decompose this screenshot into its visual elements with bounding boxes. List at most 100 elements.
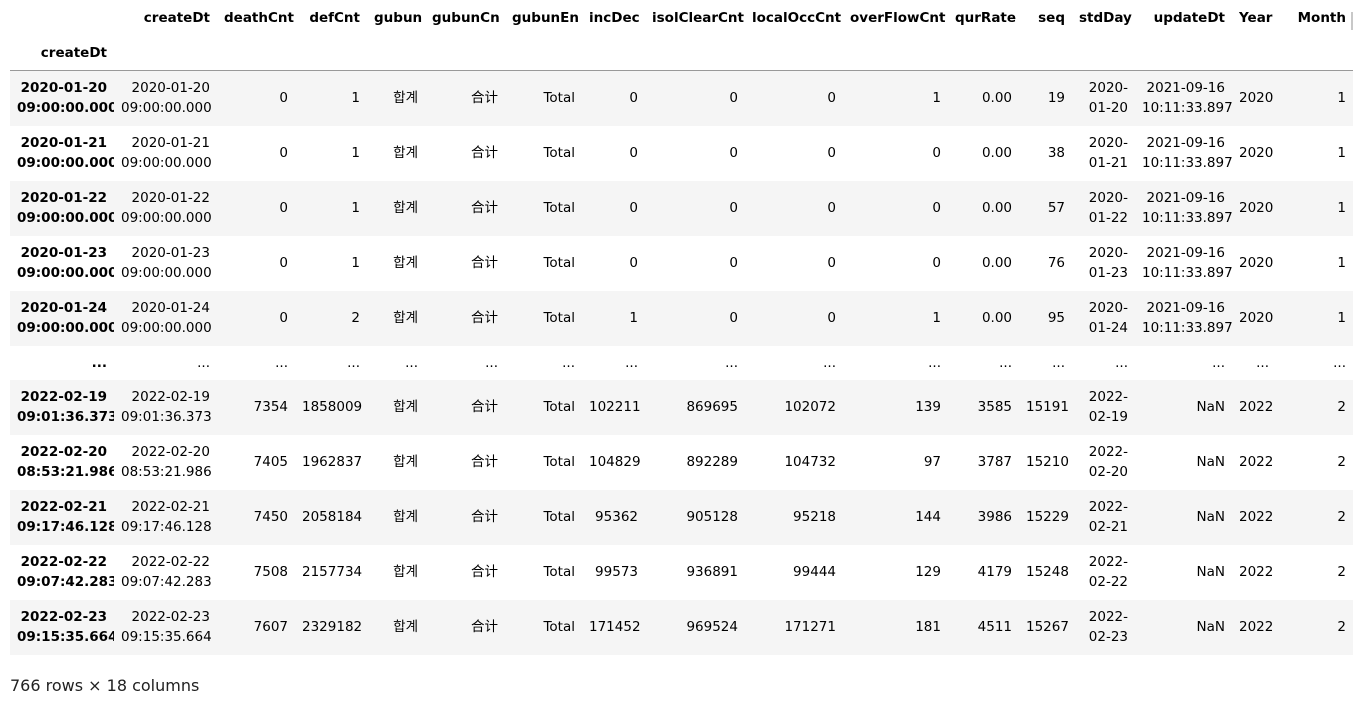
cell-localOccCnt: 0 xyxy=(827,200,836,216)
cell-incDec: 0 xyxy=(629,255,638,271)
column-header-Month: Month xyxy=(1297,10,1346,26)
row-index-label: 2020-01-21 09:00:00.000 xyxy=(17,135,114,171)
dataframe-table: createDt deathCnt defCnt gubun gubunCn gubunE… xyxy=(10,0,1353,655)
cell-createDt: 2022-02-21 09:17:46.128 xyxy=(121,499,212,535)
cell-Month: 2 xyxy=(1337,564,1346,580)
cell-gubun: 합계 xyxy=(393,399,418,415)
cell-localOccCnt: 171271 xyxy=(784,619,836,635)
cell-stdDay: 2022-02-19 xyxy=(1088,389,1128,425)
cell-updateDt: 2021-09-16 10:11:33.897 xyxy=(1142,135,1232,171)
table-body: 2020-01-20 09:00:00.000 2020-01-20 09:00:… xyxy=(10,70,1353,655)
cell-localOccCnt: 99444 xyxy=(793,564,836,580)
cell-gubunEn: Total xyxy=(543,200,575,216)
cell-gubunEn: Total xyxy=(543,90,575,107)
cell-Year: 2022 xyxy=(1239,509,1274,525)
column-header-Year: Year xyxy=(1239,10,1273,26)
cell-createDt: 2020-01-21 09:00:00.000 xyxy=(121,135,212,171)
cell-Year: 2020 xyxy=(1239,255,1274,271)
cell-deathCnt: 7405 xyxy=(253,454,288,470)
cell-defCnt: 2058184 xyxy=(302,509,363,525)
cell-localOccCnt: 95218 xyxy=(793,509,836,525)
cell-localOccCnt: 102072 xyxy=(784,399,836,415)
cell-gubunEn: Total xyxy=(543,310,575,326)
cell-Year: 2022 xyxy=(1239,619,1274,635)
cell-deathCnt: 7508 xyxy=(253,564,288,580)
row-index-label: 2022-02-19 09:01:36.373 xyxy=(17,389,114,425)
cell-updateDt: 2021-09-16 10:11:33.897 xyxy=(1142,190,1232,226)
cell-deathCnt: 0 xyxy=(279,255,288,271)
cell-overFlowCnt: 0 xyxy=(932,255,941,271)
cell-gubunCn: 合计 xyxy=(471,200,498,216)
cell-seq: 38 xyxy=(1047,145,1065,161)
cell-deathCnt: 0 xyxy=(279,310,288,326)
cell-createDt: 2022-02-20 08:53:21.986 xyxy=(121,444,212,480)
cell-overFlowCnt: 1 xyxy=(932,90,941,107)
cell-Month: ... xyxy=(1333,354,1346,371)
row-index-label: 2022-02-23 09:15:35.664 xyxy=(17,609,114,645)
table-row: 2020-01-24 09:00:00.000 2020-01-24 09:00:… xyxy=(10,290,1353,346)
cell-qurRate: 0.00 xyxy=(981,200,1012,216)
cell-isolClearCnt: 869695 xyxy=(686,399,738,415)
cell-incDec: 171452 xyxy=(589,619,641,635)
cell-qurRate: 0.00 xyxy=(981,90,1012,107)
column-header-createDt: createDt xyxy=(143,10,210,26)
row-index-label: 2022-02-20 08:53:21.986 xyxy=(17,444,114,480)
table-row: 2022-02-23 09:15:35.664 2022-02-23 09:15:… xyxy=(10,599,1353,655)
cell-Year: 2020 xyxy=(1239,90,1274,107)
dataframe-output: createDt deathCnt defCnt gubun gubunCn gubunE… xyxy=(10,0,1353,655)
cell-createDt: 2022-02-19 09:01:36.373 xyxy=(121,389,212,425)
index-name-filler xyxy=(114,36,1353,71)
cell-Month: 1 xyxy=(1337,200,1346,216)
column-header-gubunCn: gubunCn xyxy=(432,10,500,26)
cell-incDec: 104829 xyxy=(589,454,641,470)
cell-stdDay: 2022-02-22 xyxy=(1088,554,1128,590)
cell-incDec: 0 xyxy=(629,200,638,216)
column-header-defCnt: defCnt xyxy=(309,10,360,26)
row-index-label: ... xyxy=(91,354,107,371)
column-header-overFlowCnt: overFlowCnt xyxy=(850,10,946,26)
column-header-localOccCnt: localOccCnt xyxy=(752,10,842,26)
cell-overFlowCnt: 1 xyxy=(932,310,941,326)
cell-gubunEn: Total xyxy=(543,509,575,525)
cell-localOccCnt: 0 xyxy=(827,310,836,326)
cell-overFlowCnt: 97 xyxy=(923,454,941,470)
cell-createDt: 2022-02-22 09:07:42.283 xyxy=(121,554,212,590)
cell-Year: 2020 xyxy=(1239,310,1274,326)
cell-qurRate: 0.00 xyxy=(981,310,1012,326)
cell-incDec: 102211 xyxy=(589,399,641,415)
cell-deathCnt: 7450 xyxy=(253,509,288,525)
cell-updateDt: NaN xyxy=(1196,564,1225,580)
cell-createDt: 2020-01-23 09:00:00.000 xyxy=(121,245,212,281)
cell-overFlowCnt: 181 xyxy=(915,619,941,635)
cell-defCnt: ... xyxy=(347,354,360,371)
cell-gubunCn: 合计 xyxy=(471,619,498,635)
cell-defCnt: 1 xyxy=(351,255,360,271)
cell-Year: 2020 xyxy=(1239,145,1274,161)
cell-qurRate: 0.00 xyxy=(981,145,1012,161)
cell-Month: 1 xyxy=(1337,310,1346,326)
cell-isolClearCnt: 936891 xyxy=(686,564,738,580)
cell-updateDt: 2021-09-16 10:11:33.897 xyxy=(1142,80,1232,117)
table-row: 2022-02-22 09:07:42.283 2022-02-22 09:07:… xyxy=(10,545,1353,600)
cell-gubunEn: ... xyxy=(562,354,575,371)
cell-seq: 15229 xyxy=(1026,509,1069,525)
cell-Month: 1 xyxy=(1337,255,1346,271)
cell-updateDt: NaN xyxy=(1196,509,1225,525)
cell-gubun: 합계 xyxy=(393,310,418,326)
column-header-incDec: incDec xyxy=(589,10,640,26)
dataframe-shape-summary: 766 rows × 18 columns xyxy=(10,676,200,695)
table-row: 2020-01-22 09:00:00.000 2020-01-22 09:00:… xyxy=(10,180,1353,236)
table-row: 2020-01-20 09:00:00.000 2020-01-20 09:00:… xyxy=(10,70,1353,126)
cell-gubunCn: 合计 xyxy=(471,509,498,525)
cell-stdDay: 2020-01-20 xyxy=(1088,80,1128,117)
cell-defCnt: 2329182 xyxy=(302,619,363,635)
cell-isolClearCnt: 0 xyxy=(729,145,738,161)
cell-isolClearCnt: 969524 xyxy=(686,619,738,635)
cell-gubunCn: 合计 xyxy=(471,564,498,580)
cell-gubun: 합계 xyxy=(393,619,418,635)
cell-seq: 15267 xyxy=(1026,619,1069,635)
cell-gubunEn: Total xyxy=(543,619,575,635)
cell-overFlowCnt: 0 xyxy=(932,145,941,161)
cell-Month: 2 xyxy=(1337,619,1346,635)
cell-isolClearCnt: ... xyxy=(725,354,738,371)
